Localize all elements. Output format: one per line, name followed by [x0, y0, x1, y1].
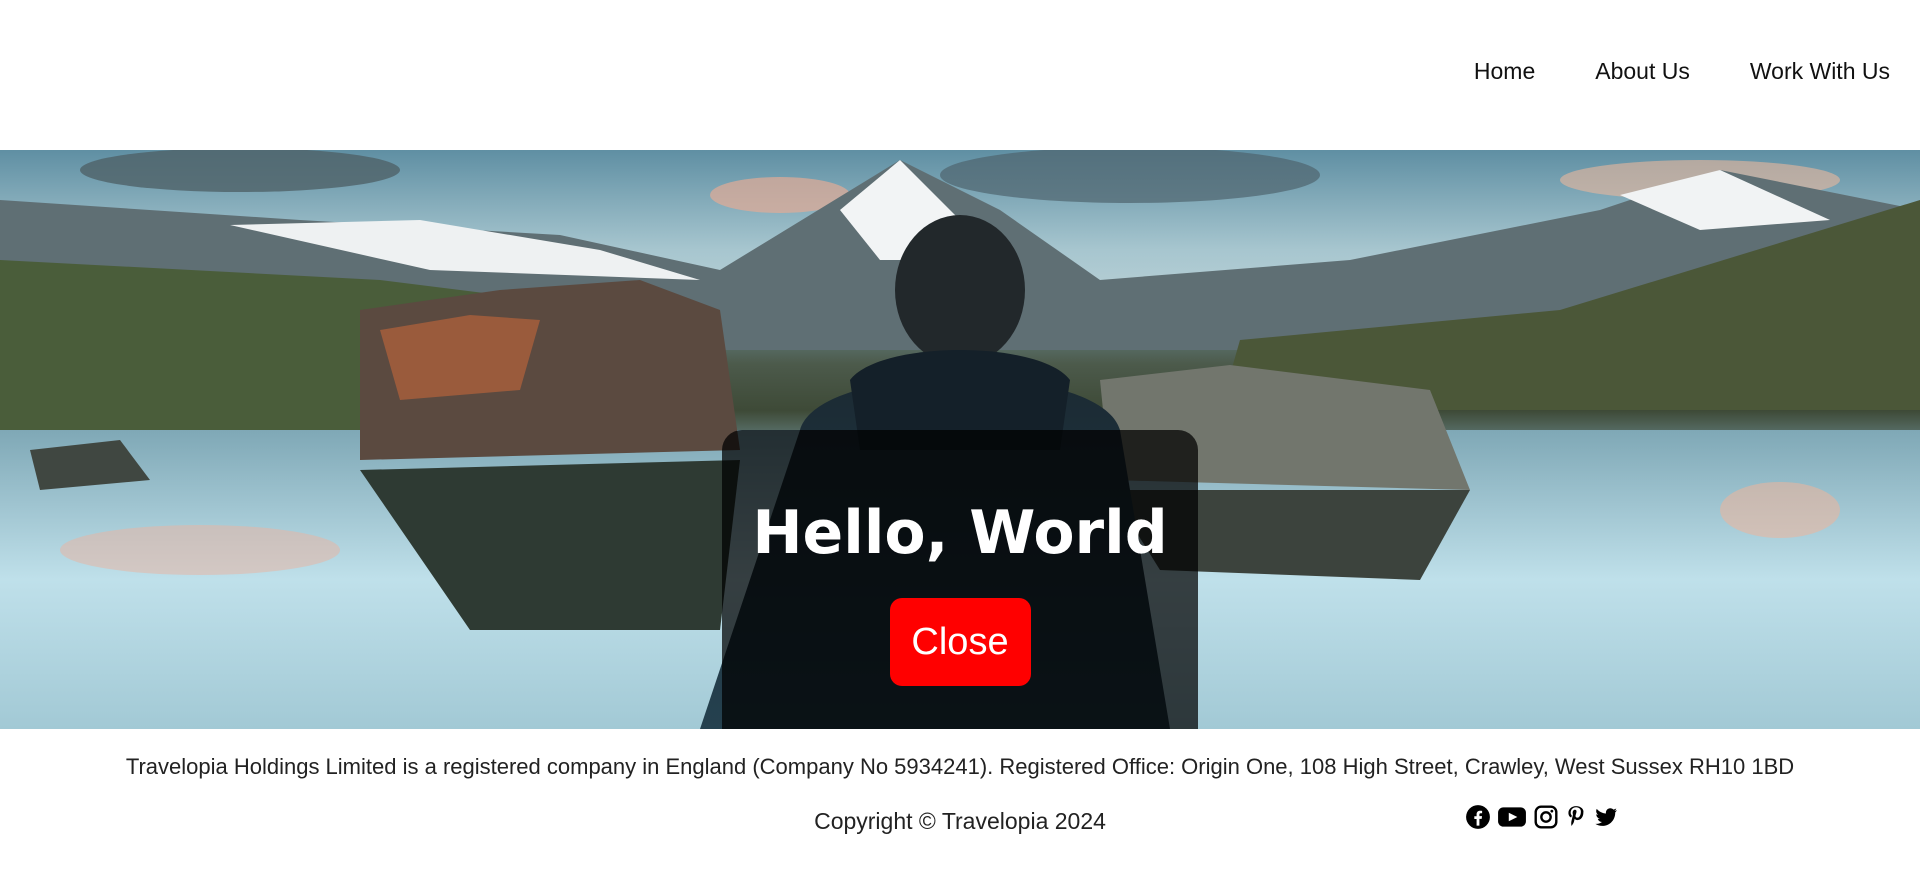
legal-notice: Travelopia Holdings Limited is a registe… [125, 754, 1795, 779]
hero-image: Hello, World Close [0, 150, 1920, 729]
nav-about-us[interactable]: About Us [1595, 58, 1690, 85]
modal-dialog: Hello, World Close [722, 430, 1198, 729]
twitter-icon[interactable] [1593, 804, 1619, 830]
nav-work-with-us[interactable]: Work With Us [1750, 58, 1890, 85]
main-nav: Home About Us Work With Us [1474, 58, 1890, 85]
copyright-text: Copyright © Travelopia 2024 [814, 808, 1106, 834]
site-header: Home About Us Work With Us [0, 0, 1920, 150]
close-button[interactable]: Close [889, 598, 1031, 686]
facebook-icon[interactable] [1465, 804, 1491, 830]
pinterest-icon[interactable] [1565, 804, 1587, 830]
modal-title: Hello, World [752, 498, 1168, 568]
instagram-icon[interactable] [1533, 804, 1559, 830]
nav-home[interactable]: Home [1474, 58, 1535, 85]
social-links [1465, 804, 1619, 830]
youtube-icon[interactable] [1497, 804, 1527, 830]
site-footer: Travelopia Holdings Limited is a registe… [0, 729, 1920, 875]
